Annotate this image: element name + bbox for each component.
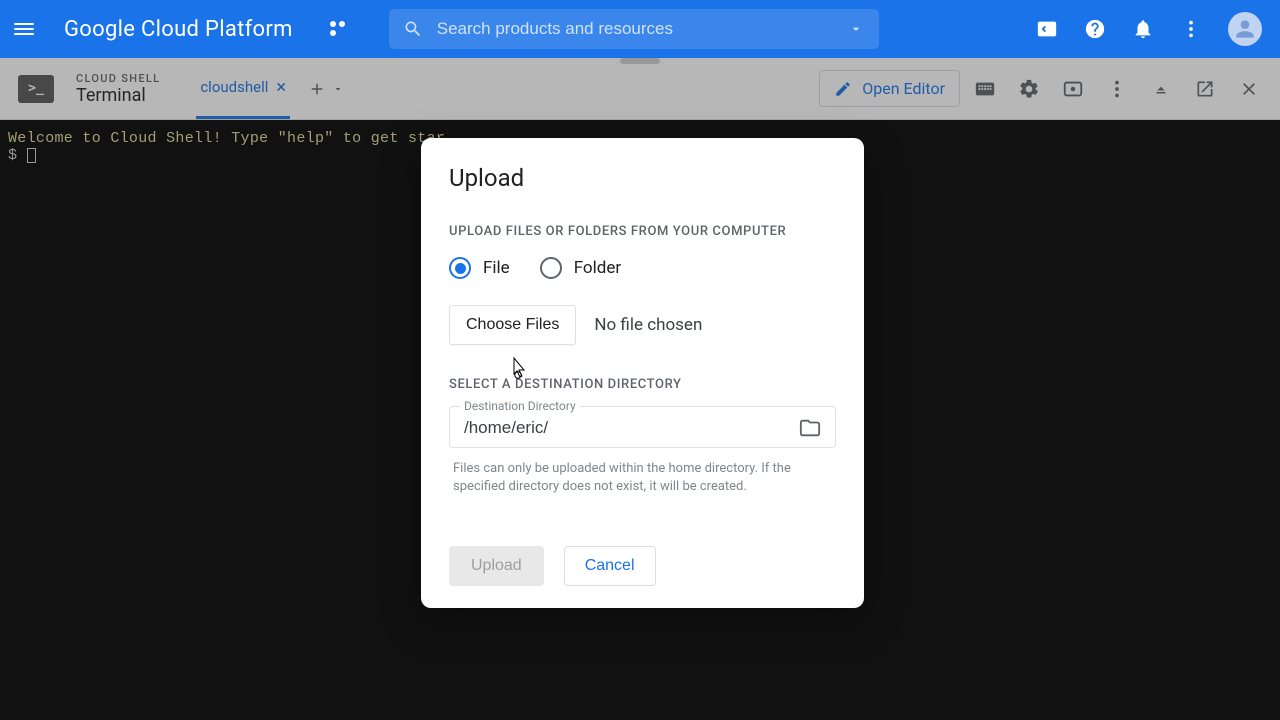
destination-section-heading: SELECT A DESTINATION DIRECTORY [449,377,836,392]
cancel-button[interactable]: Cancel [564,546,656,586]
radio-file[interactable]: File [449,257,510,279]
upload-section-heading: UPLOAD FILES OR FOLDERS FROM YOUR COMPUT… [449,224,836,239]
search-input[interactable] [437,19,777,39]
radio-selected-icon [449,257,471,279]
avatar[interactable] [1228,12,1262,46]
modal-title: Upload [449,164,836,192]
chevron-down-icon[interactable] [847,20,865,38]
destination-float-label: Destination Directory [460,399,580,413]
upload-button: Upload [449,546,544,586]
search-icon [403,19,423,39]
notifications-icon[interactable] [1132,18,1154,40]
radio-folder-label: Folder [574,258,621,278]
cloud-shell-icon[interactable] [1036,18,1058,40]
more-vert-icon[interactable] [1180,18,1202,40]
radio-folder[interactable]: Folder [540,257,621,279]
upload-modal: Upload UPLOAD FILES OR FOLDERS FROM YOUR… [421,138,864,608]
choose-files-button[interactable]: Choose Files [449,305,576,345]
search-box[interactable] [389,9,879,49]
top-right-icons [1036,12,1268,46]
browse-folder-button[interactable] [799,417,821,439]
brand-title: Google Cloud Platform [64,17,293,42]
radio-file-label: File [483,258,510,278]
project-picker[interactable] [329,20,347,38]
hamburger-icon[interactable] [12,17,36,41]
help-icon[interactable] [1084,18,1106,40]
no-file-chosen-label: No file chosen [594,315,702,335]
radio-unselected-icon [540,257,562,279]
destination-input[interactable] [464,418,785,438]
destination-field[interactable]: Destination Directory [449,406,836,448]
folder-icon [799,417,821,439]
top-bar: Google Cloud Platform [0,0,1280,58]
project-dots-icon [329,20,347,38]
helper-text: Files can only be uploaded within the ho… [449,460,836,496]
